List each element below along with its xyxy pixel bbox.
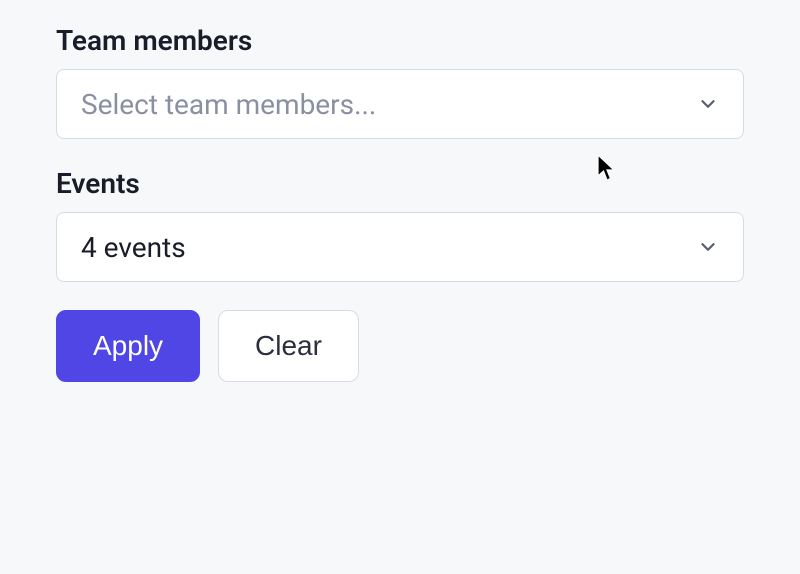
chevron-down-icon <box>697 236 719 258</box>
button-row: Apply Clear <box>56 310 744 382</box>
team-members-select[interactable]: Select team members... <box>56 69 744 139</box>
team-members-field: Team members Select team members... <box>56 24 744 139</box>
chevron-down-icon <box>697 93 719 115</box>
events-label: Events <box>56 167 744 200</box>
team-members-label: Team members <box>56 24 744 57</box>
events-value: 4 events <box>81 231 186 264</box>
apply-button[interactable]: Apply <box>56 310 200 382</box>
events-select[interactable]: 4 events <box>56 212 744 282</box>
team-members-placeholder: Select team members... <box>81 88 376 121</box>
clear-button[interactable]: Clear <box>218 310 359 382</box>
events-field: Events 4 events <box>56 167 744 282</box>
